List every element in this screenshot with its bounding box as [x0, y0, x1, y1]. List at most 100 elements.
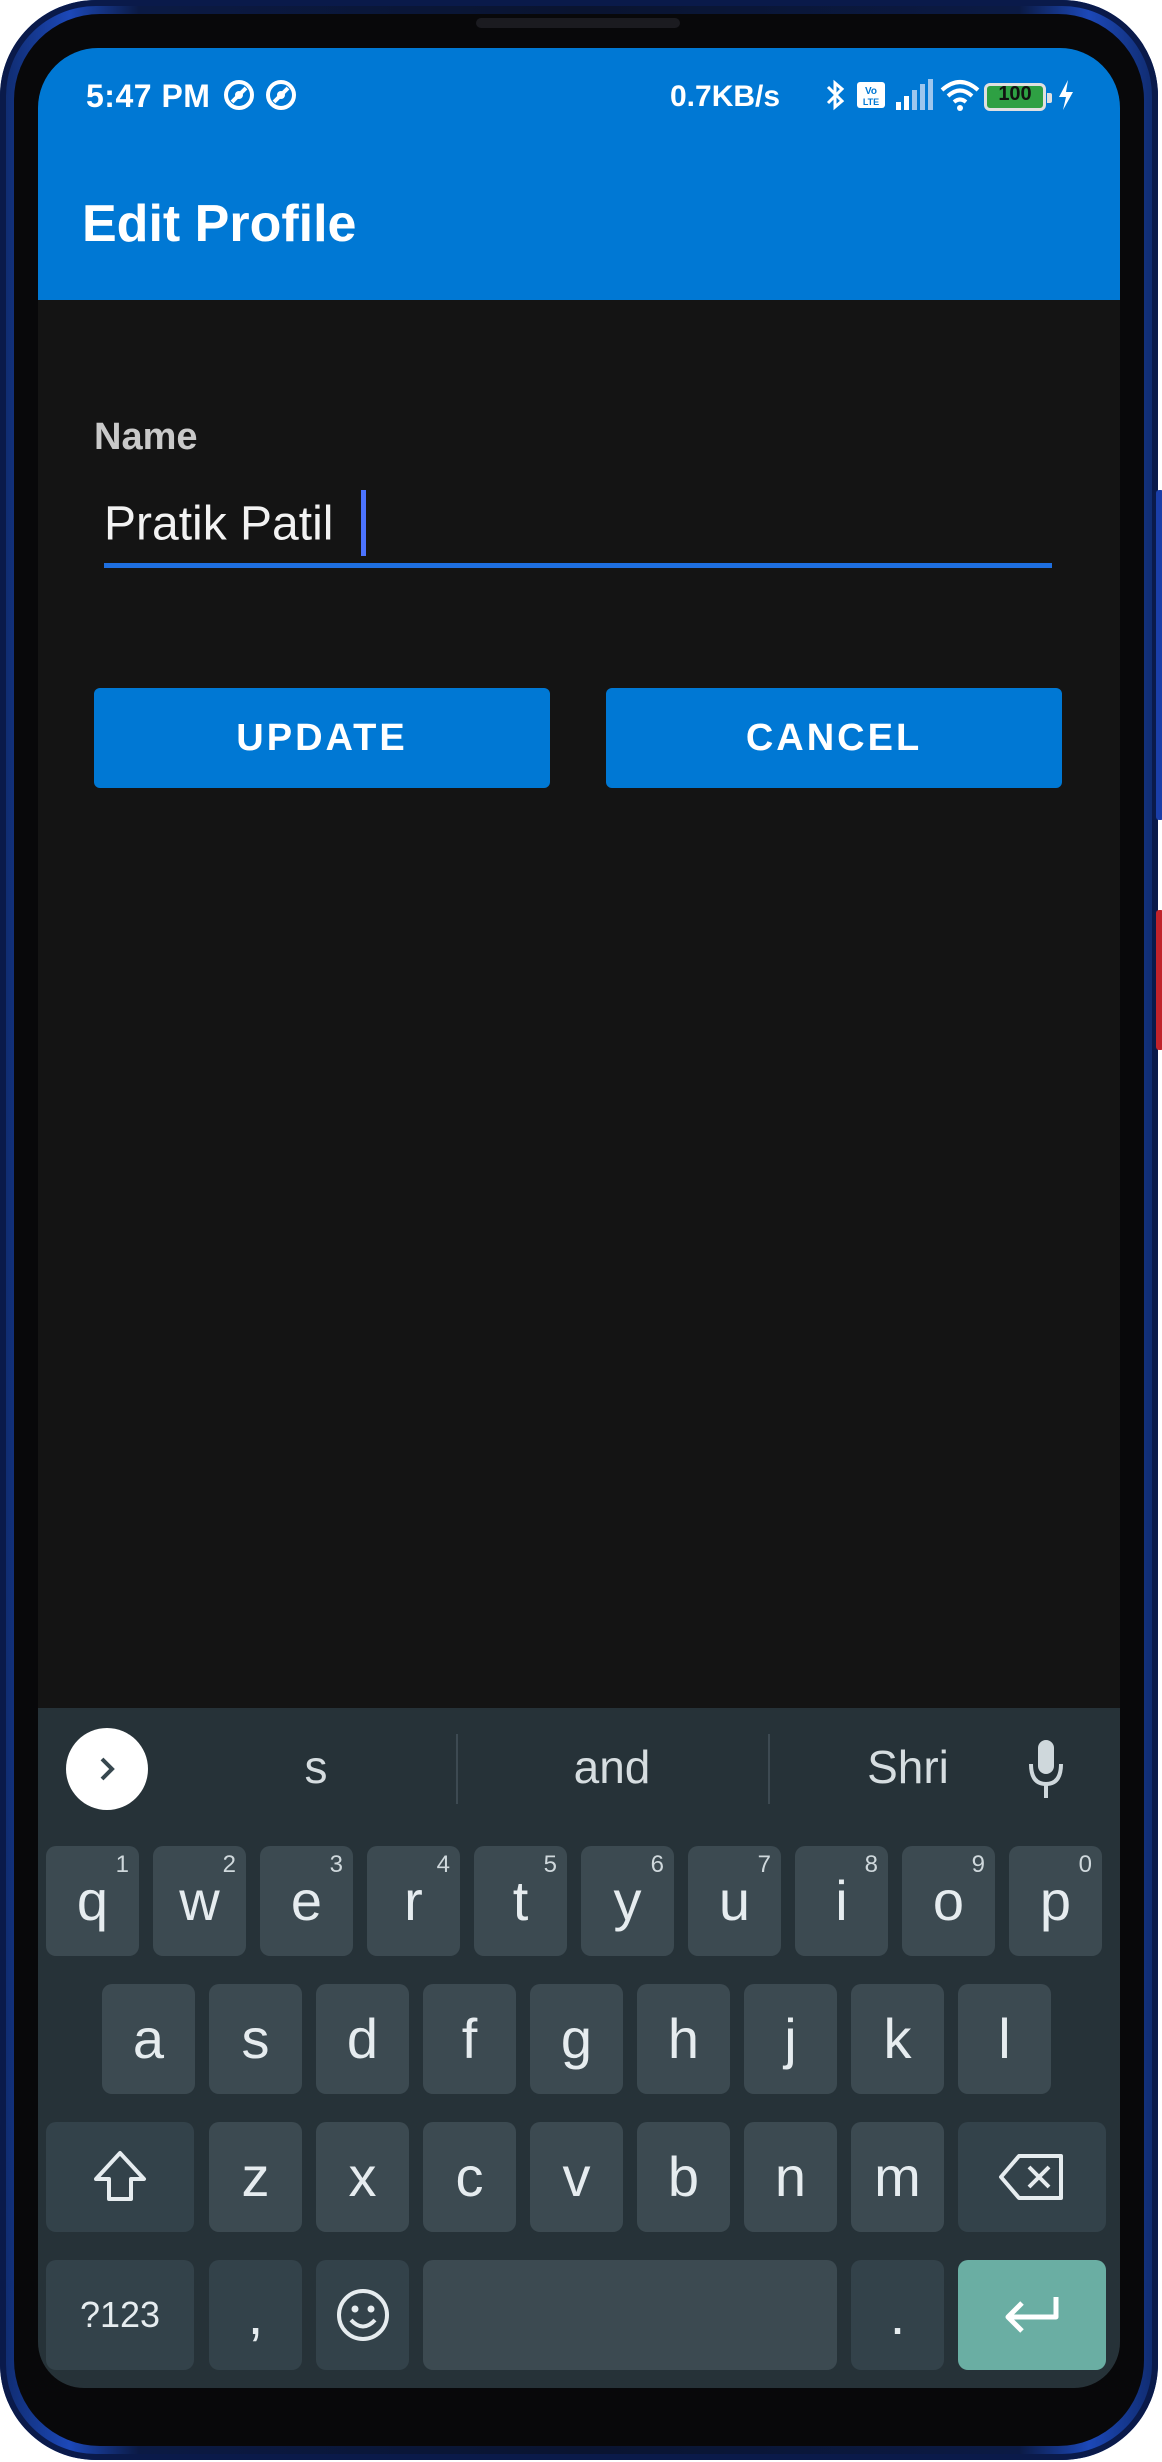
key-c[interactable]: c: [423, 2122, 516, 2232]
key-l[interactable]: l: [958, 1984, 1051, 2094]
app-notification-icon: [266, 80, 296, 110]
key-hint-number: 5: [543, 1851, 557, 1878]
key-hint-number: 1: [115, 1851, 129, 1878]
earpiece-speaker: [476, 18, 680, 28]
power-button: [1156, 910, 1162, 1050]
app-notification-icon: [224, 80, 254, 110]
key-k[interactable]: k: [851, 1984, 944, 2094]
key-n[interactable]: n: [744, 2122, 837, 2232]
key-label: f: [461, 2007, 478, 2070]
expand-toolbar-button[interactable]: [66, 1728, 148, 1810]
key-g[interactable]: g: [530, 1984, 623, 2094]
key-label: z: [241, 2145, 270, 2208]
key-label: j: [784, 2007, 797, 2070]
key-t[interactable]: t5: [474, 1846, 567, 1956]
name-label: Name: [94, 416, 198, 458]
key-y[interactable]: y6: [581, 1846, 674, 1956]
key-o[interactable]: o9: [902, 1846, 995, 1956]
key-p[interactable]: p0: [1009, 1846, 1102, 1956]
space-key[interactable]: [423, 2260, 837, 2370]
emoji-icon: [336, 2289, 389, 2341]
comma-key[interactable]: ,: [209, 2260, 302, 2370]
wifi-icon: [940, 80, 980, 111]
key-hint-number: 3: [329, 1851, 343, 1878]
shift-key[interactable]: [46, 2122, 194, 2232]
suggestion-item[interactable]: s: [166, 1740, 466, 1794]
svg-text:Vo: Vo: [865, 86, 877, 97]
key-hint-number: 9: [971, 1851, 985, 1878]
key-label: o: [932, 1869, 965, 1932]
suggestion-item[interactable]: and: [462, 1740, 762, 1794]
battery-icon: 100: [984, 83, 1052, 111]
suggestion-item[interactable]: Shri: [758, 1740, 1058, 1794]
key-z[interactable]: z: [209, 2122, 302, 2232]
suggestion-divider: [456, 1734, 458, 1804]
key-label: ,: [247, 2283, 264, 2346]
key-label: n: [774, 2145, 807, 2208]
status-bar: 5:47 PM 0.7KB/s Vo LTE 100: [38, 48, 1120, 146]
key-w[interactable]: w2: [153, 1846, 246, 1956]
chevron-right-icon: [100, 1757, 115, 1781]
battery-level: 100: [998, 83, 1032, 105]
page-title: Edit Profile: [82, 195, 357, 253]
key-label: a: [132, 2007, 165, 2070]
key-label: u: [718, 1869, 751, 1932]
key-hint-number: 4: [436, 1851, 450, 1878]
cancel-button[interactable]: CANCEL: [606, 688, 1062, 788]
key-label: s: [241, 2007, 270, 2070]
screen: 5:47 PM 0.7KB/s Vo LTE 100 Edit Profile …: [38, 48, 1120, 2388]
key-label: c: [455, 2145, 484, 2208]
key-label: ?123: [79, 2294, 161, 2335]
key-label: q: [76, 1869, 109, 1932]
key-hint-number: 7: [757, 1851, 771, 1878]
volte-icon: Vo LTE: [857, 82, 885, 108]
network-speed: 0.7KB/s: [670, 80, 781, 113]
key-f[interactable]: f: [423, 1984, 516, 2094]
key-label: t: [512, 1869, 529, 1932]
text-cursor: [360, 490, 366, 556]
key-hint-number: 8: [864, 1851, 878, 1878]
key-label: .: [889, 2283, 906, 2346]
key-q[interactable]: q1: [46, 1846, 139, 1956]
name-field[interactable]: Pratik Patil: [104, 488, 1052, 568]
microphone-icon[interactable]: [1026, 1736, 1066, 1806]
key-hint-number: 6: [650, 1851, 664, 1878]
backspace-icon: [999, 2154, 1063, 2200]
backspace-key[interactable]: [958, 2122, 1106, 2232]
charging-icon: [1059, 80, 1073, 110]
key-label: e: [290, 1869, 323, 1932]
key-m[interactable]: m: [851, 2122, 944, 2232]
key-label: h: [667, 2007, 700, 2070]
key-d[interactable]: d: [316, 1984, 409, 2094]
volume-button: [1156, 490, 1162, 820]
key-label: l: [998, 2007, 1011, 2070]
key-e[interactable]: e3: [260, 1846, 353, 1956]
key-h[interactable]: h: [637, 1984, 730, 2094]
key-r[interactable]: r4: [367, 1846, 460, 1956]
key-label: y: [613, 1869, 642, 1932]
key-j[interactable]: j: [744, 1984, 837, 2094]
soft-keyboard: s and Shri q1w2e3r4t5y6u7i8o9p0asdfghjkl…: [38, 1708, 1120, 2388]
emoji-key[interactable]: [316, 2260, 409, 2370]
key-b[interactable]: b: [637, 2122, 730, 2232]
bluetooth-icon: [826, 79, 845, 111]
key-a[interactable]: a: [102, 1984, 195, 2094]
key-v[interactable]: v: [530, 2122, 623, 2232]
key-hint-number: 2: [222, 1851, 236, 1878]
enter-key[interactable]: [958, 2260, 1106, 2370]
app-bar: Edit Profile: [38, 146, 1120, 300]
key-label: p: [1039, 1869, 1072, 1932]
key-u[interactable]: u7: [688, 1846, 781, 1956]
key-label: x: [348, 2145, 377, 2208]
key-label: k: [883, 2007, 912, 2070]
shift-icon: [94, 2151, 146, 2201]
key-label: d: [346, 2007, 379, 2070]
symbols-key[interactable]: ?123: [46, 2260, 194, 2370]
key-label: v: [562, 2145, 591, 2208]
period-key[interactable]: .: [851, 2260, 944, 2370]
update-button[interactable]: UPDATE: [94, 688, 550, 788]
key-s[interactable]: s: [209, 1984, 302, 2094]
key-i[interactable]: i8: [795, 1846, 888, 1956]
key-x[interactable]: x: [316, 2122, 409, 2232]
key-label: w: [179, 1869, 220, 1932]
